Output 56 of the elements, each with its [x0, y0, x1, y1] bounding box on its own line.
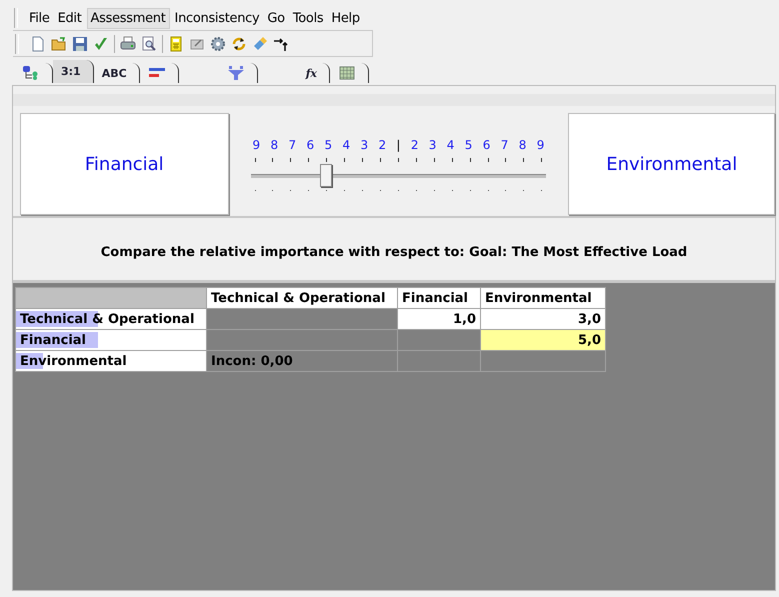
menu-item[interactable]: Tools	[290, 8, 326, 28]
menu-item[interactable]: Help	[328, 8, 363, 28]
scale-label: |	[396, 138, 400, 152]
matrix-cell[interactable]: 3,0	[480, 308, 606, 330]
scale-label: 8	[518, 138, 526, 152]
eraser-icon[interactable]	[252, 36, 268, 52]
scale-label: 6	[482, 138, 490, 152]
scale-label: 7	[500, 138, 508, 152]
scale-label: 2	[378, 138, 386, 152]
row-header[interactable]: Financial	[16, 330, 206, 350]
print-preview-icon[interactable]	[141, 36, 157, 52]
scale-label: 9	[252, 138, 260, 152]
slider-thumb[interactable]	[320, 164, 332, 186]
menu-item[interactable]: File	[26, 8, 53, 28]
grid-icon	[338, 66, 356, 80]
column-header: Technical & Operational	[206, 288, 398, 308]
tree-icon	[22, 66, 40, 80]
scale-label: 4	[342, 138, 350, 152]
checkmark-icon[interactable]	[93, 36, 109, 52]
scale-label: 4	[446, 138, 454, 152]
tab[interactable]: fx	[298, 63, 330, 83]
scale-label: 6	[306, 138, 314, 152]
menu-item[interactable]: Edit	[54, 8, 85, 28]
folder-icon[interactable]	[51, 36, 67, 52]
matrix-cell[interactable]: 1,0	[398, 308, 480, 330]
scale-label: 8	[270, 138, 278, 152]
menu-item[interactable]: Assessment	[86, 8, 170, 28]
criterion-box[interactable]: Environmental	[568, 113, 775, 215]
criterion-box[interactable]: Financial	[20, 113, 229, 215]
menu-item[interactable]: Go	[264, 8, 288, 28]
menu-item[interactable]: Inconsistency	[172, 8, 262, 28]
bar-chart-icon	[148, 66, 166, 80]
scale-label: 3	[360, 138, 368, 152]
gear-icon[interactable]	[210, 36, 226, 52]
scale-label: 9	[536, 138, 544, 152]
arrows-icon[interactable]	[273, 36, 289, 52]
funnel-icon	[226, 66, 245, 80]
scale-label: 5	[324, 138, 332, 152]
scale-label: 5	[464, 138, 472, 152]
column-header: Financial	[398, 288, 480, 308]
scale-label: 7	[288, 138, 296, 152]
column-header: Environmental	[480, 288, 606, 308]
refresh-icon[interactable]	[231, 36, 247, 52]
calculator-icon[interactable]	[168, 36, 184, 52]
tab[interactable]: 3:1	[53, 60, 94, 83]
printer-icon[interactable]	[120, 36, 136, 52]
new-document-icon[interactable]	[30, 36, 46, 52]
row-header[interactable]: Environmental	[16, 350, 206, 372]
comparison-prompt: Compare the relative importance with respect to: Goal: The Most Effective Load	[100, 244, 688, 260]
scale-label: 3	[428, 138, 436, 152]
scale-label: 2	[410, 138, 418, 152]
matrix-cell[interactable]: 5,0	[480, 330, 606, 350]
tab[interactable]: ABC	[94, 63, 140, 83]
row-header[interactable]: Technical & Operational	[16, 308, 206, 330]
inconsistency-cell: Incon: 0,00	[206, 350, 398, 372]
slider-track[interactable]	[250, 164, 546, 188]
